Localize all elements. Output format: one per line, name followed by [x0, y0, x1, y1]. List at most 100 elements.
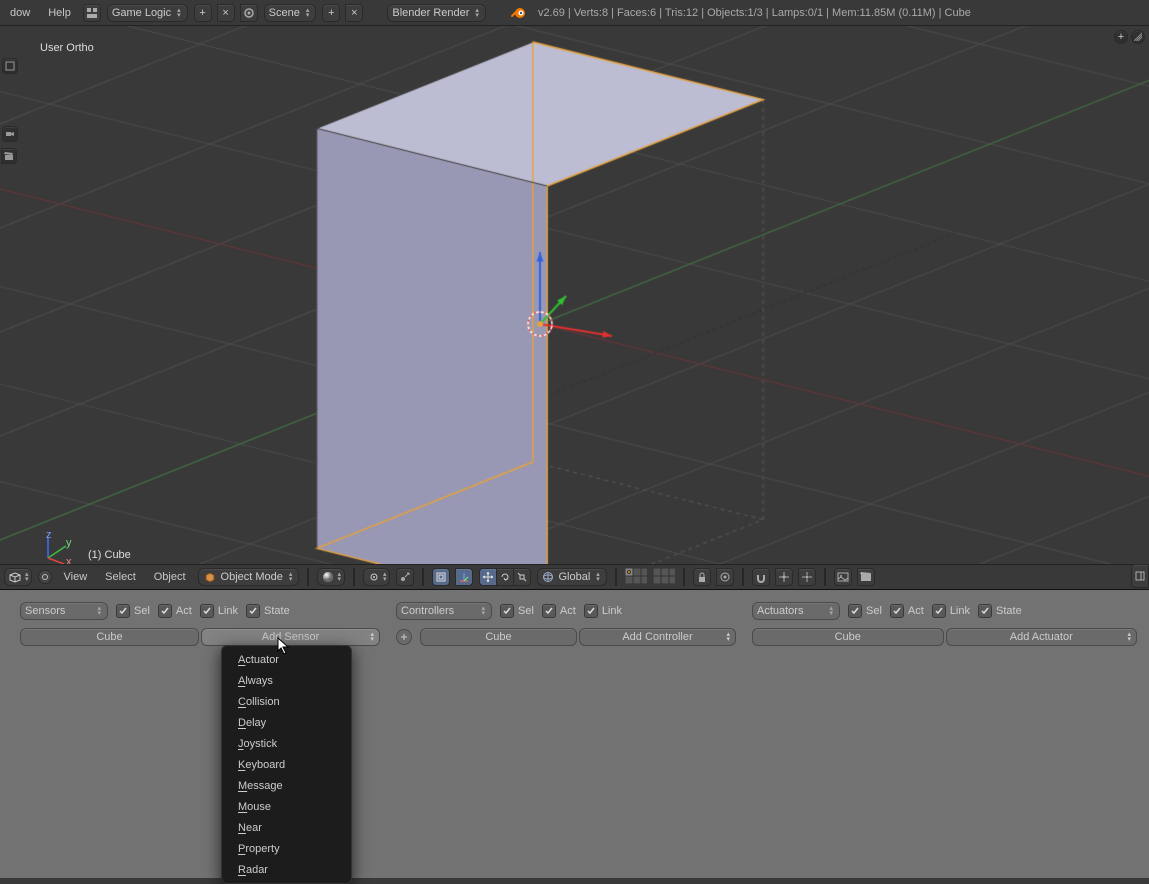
- check-label: State: [264, 605, 290, 617]
- menu-help[interactable]: Help: [42, 5, 77, 21]
- layers-grid-1[interactable]: [625, 568, 647, 587]
- sensor-menu-item[interactable]: Joystick: [222, 733, 351, 754]
- sensor-menu-item[interactable]: Near: [222, 817, 351, 838]
- editor-type-dropdown[interactable]: [4, 568, 32, 586]
- add-scene-icon[interactable]: +: [322, 4, 340, 22]
- orientation-dropdown[interactable]: Global: [537, 568, 606, 586]
- sensor-menu-item[interactable]: Radar: [222, 859, 351, 880]
- delete-scene-icon[interactable]: ×: [345, 4, 363, 22]
- sensors-visibility-dropdown[interactable]: Sensors: [20, 602, 108, 620]
- screen-layout-label: Game Logic: [112, 7, 171, 19]
- actuators-visibility-dropdown[interactable]: Actuators: [752, 602, 840, 620]
- lock-camera-icon[interactable]: [693, 568, 711, 586]
- sensor-menu-item[interactable]: Always: [222, 670, 351, 691]
- shading-dropdown[interactable]: [317, 568, 345, 586]
- actuators-link-checkbox[interactable]: Link: [932, 604, 970, 618]
- sensor-menu-item[interactable]: Keyboard: [222, 754, 351, 775]
- sensors-object-button[interactable]: Cube: [20, 628, 199, 646]
- menu-view[interactable]: View: [58, 569, 94, 585]
- viewport-object-label: (1) Cube: [88, 549, 131, 561]
- scene-dropdown[interactable]: Scene: [264, 4, 317, 22]
- controllers-link-checkbox[interactable]: Link: [584, 604, 622, 618]
- actuators-state-checkbox[interactable]: State: [978, 604, 1022, 618]
- 3d-viewport[interactable]: User Ortho (1) Cube + z y x: [0, 26, 1149, 564]
- separator: [742, 568, 744, 586]
- scale-manipulator-icon[interactable]: [513, 568, 531, 586]
- add-controller-dropdown[interactable]: Add Controller: [579, 628, 736, 646]
- viewport-plus-icon[interactable]: +: [1114, 30, 1128, 44]
- check-label: Link: [950, 605, 970, 617]
- viewport-split-icon[interactable]: [1131, 30, 1145, 44]
- delete-screen-icon[interactable]: ×: [217, 4, 235, 22]
- add-sensor-dropdown[interactable]: Add Sensor: [201, 628, 380, 646]
- pivot-dropdown[interactable]: [363, 568, 391, 586]
- controllers-object-button[interactable]: Cube: [420, 628, 577, 646]
- actuators-act-checkbox[interactable]: Act: [890, 604, 924, 618]
- actuators-sel-checkbox[interactable]: Sel: [848, 604, 882, 618]
- check-label: State: [996, 605, 1022, 617]
- sphere-icon: [321, 570, 335, 584]
- screen-browse-icon[interactable]: [83, 4, 101, 22]
- render-engine-dropdown[interactable]: Blender Render: [387, 4, 486, 22]
- camera-icon[interactable]: [2, 126, 18, 142]
- sensors-dropdown-label: Sensors: [25, 605, 65, 617]
- render-image-icon[interactable]: [834, 568, 852, 586]
- sensors-state-checkbox[interactable]: State: [246, 604, 290, 618]
- menu-window[interactable]: dow: [4, 5, 36, 21]
- controllers-act-checkbox[interactable]: Act: [542, 604, 576, 618]
- check-label: Sel: [518, 605, 534, 617]
- chevron-updown-icon: [829, 606, 833, 616]
- check-label: Act: [908, 605, 924, 617]
- chevron-updown-icon: [337, 572, 341, 582]
- layers-grid-2[interactable]: [653, 568, 675, 587]
- actuators-object-button[interactable]: Cube: [752, 628, 944, 646]
- sensors-sel-checkbox[interactable]: Sel: [116, 604, 150, 618]
- scene-browse-icon[interactable]: [240, 4, 258, 22]
- separator: [824, 568, 826, 586]
- menu-object[interactable]: Object: [148, 569, 192, 585]
- add-screen-icon[interactable]: +: [194, 4, 212, 22]
- clapper-icon[interactable]: [1, 148, 17, 164]
- controllers-expand-icon[interactable]: [396, 629, 412, 645]
- right-panel-toggle-icon[interactable]: [1131, 564, 1149, 588]
- dot-arrow-icon: [399, 571, 411, 583]
- menu-select[interactable]: Select: [99, 569, 142, 585]
- collapse-menus-icon[interactable]: [38, 570, 52, 584]
- sensor-menu-item[interactable]: Mouse: [222, 796, 351, 817]
- snap-toggle-icon[interactable]: [752, 568, 770, 586]
- viewport-persp-label: User Ortho: [40, 42, 94, 54]
- render-anim-icon[interactable]: [857, 568, 875, 586]
- snap-element-dropdown[interactable]: [775, 568, 793, 586]
- sensor-menu-item[interactable]: Delay: [222, 712, 351, 733]
- object-mode-icon: [203, 570, 217, 584]
- sensors-link-checkbox[interactable]: Link: [200, 604, 238, 618]
- chevron-updown-icon: [370, 632, 374, 642]
- translate-manipulator-icon[interactable]: [479, 568, 497, 586]
- 3dview-icon: [7, 570, 23, 584]
- sensors-act-checkbox[interactable]: Act: [158, 604, 192, 618]
- chevron-updown-icon: [177, 8, 181, 18]
- sensor-menu-item[interactable]: Property: [222, 838, 351, 859]
- object-label: Cube: [96, 631, 122, 643]
- separator: [615, 568, 617, 586]
- manipulator-toggle-icon[interactable]: [455, 568, 473, 586]
- header-stats: v2.69 | Verts:8 | Faces:6 | Tris:12 | Ob…: [538, 7, 971, 19]
- sensors-header: Sensors Sel Act Link State: [20, 602, 380, 620]
- sensor-menu-item[interactable]: Actuator: [222, 649, 351, 670]
- screen-layout-dropdown[interactable]: Game Logic: [107, 4, 188, 22]
- rotate-manipulator-icon[interactable]: [496, 568, 514, 586]
- manipulate-center-icon[interactable]: [396, 568, 414, 586]
- viewport-canvas[interactable]: [0, 26, 1149, 564]
- snap-target-dropdown[interactable]: [798, 568, 816, 586]
- layer-toggle-icon[interactable]: [432, 568, 450, 586]
- proportional-edit-dropdown[interactable]: [716, 568, 734, 586]
- add-actuator-dropdown[interactable]: Add Actuator: [946, 628, 1138, 646]
- controllers-sel-checkbox[interactable]: Sel: [500, 604, 534, 618]
- object-label: Cube: [485, 631, 511, 643]
- sensor-menu-item[interactable]: Collision: [222, 691, 351, 712]
- last-op-icon[interactable]: [2, 58, 18, 74]
- controllers-visibility-dropdown[interactable]: Controllers: [396, 602, 492, 620]
- sensor-menu-item[interactable]: Message: [222, 775, 351, 796]
- mode-dropdown[interactable]: Object Mode: [198, 568, 300, 586]
- chevron-updown-icon: [726, 632, 730, 642]
